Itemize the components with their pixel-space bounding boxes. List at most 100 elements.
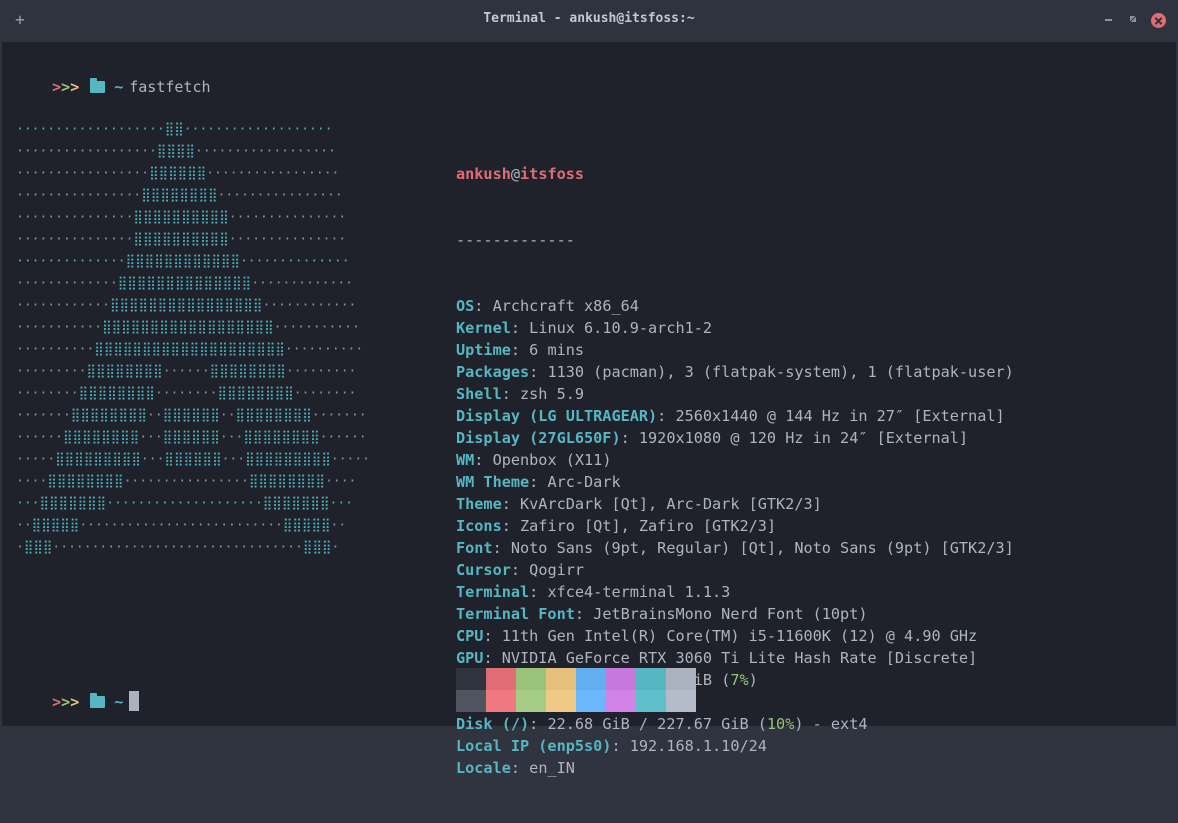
info-key: Terminal Font [456, 605, 575, 623]
info-value: zsh 5.9 [520, 385, 585, 403]
prompt-chevron-icon: > [70, 693, 80, 711]
info-key: Local IP (enp5s0) [456, 737, 612, 755]
palette-swatch [606, 668, 636, 690]
info-value: 192.168.1.10/24 [629, 737, 767, 755]
palette-swatch [546, 690, 576, 712]
info-row: Disk (/): 22.68 GiB / 227.67 GiB (10%) -… [456, 715, 868, 733]
info-value: ) [748, 671, 758, 689]
ascii-art-row: ··········⣿⣿⣿⣿⣿⣿⣿⣿⣿⣿⣿⣿⣿⣿⣿⣿⣿⣿⣿⣿·········· [16, 342, 364, 357]
ascii-art-row: ····⣿⣿⣿⣿⣿⣿⣿⣿················⣿⣿⣿⣿⣿⣿⣿⣿···· [16, 474, 357, 489]
info-row: Terminal: xfce4-terminal 1.1.3 [456, 583, 731, 601]
info-key: Theme [456, 495, 502, 513]
info-value: Arc-Dark [547, 473, 621, 491]
palette-swatch [516, 668, 546, 690]
info-value: Qogirr [529, 561, 585, 579]
info-key: Icons [456, 517, 502, 535]
info-row: GPU: NVIDIA GeForce RTX 3060 Ti Lite Has… [456, 649, 978, 667]
text-cursor[interactable] [129, 691, 140, 711]
command-text: fastfetch [129, 78, 211, 96]
info-key: Shell [456, 385, 502, 403]
info-row: WM Theme: Arc-Dark [456, 473, 621, 491]
info-row: Terminal Font: JetBrainsMono Nerd Font (… [456, 605, 868, 623]
prompt-chevron-icon: > [52, 693, 62, 711]
ascii-art-row: ··⣿⣿⣿⣿⣿··························⣿⣿⣿⣿⣿·· [16, 518, 347, 533]
info-value: Archcraft x86_64 [492, 297, 639, 315]
info-key: Terminal [456, 583, 530, 601]
arch-logo-ascii-art: ···················⣿⣿···················… [16, 119, 416, 559]
info-value: NVIDIA GeForce RTX 3060 Ti Lite Hash Rat… [501, 649, 978, 667]
info-value: 1130 (pacman), 3 (flatpak-system), 1 (fl… [547, 363, 1014, 381]
info-value: xfce4-terminal 1.1.3 [547, 583, 731, 601]
palette-swatch [486, 690, 516, 712]
info-value: en_IN [529, 759, 575, 777]
palette-swatch [456, 690, 486, 712]
prompt-chevron-icon: > [52, 78, 62, 96]
info-row: Cursor: Qogirr [456, 561, 585, 579]
terminal-area[interactable]: > > > ~ fastfetch ···················⣿⣿·····… [2, 42, 1176, 777]
fastfetch-info: ankush@itsfoss ------------- OS: Archcra… [456, 119, 1014, 823]
folder-icon [90, 693, 106, 708]
prompt-dir: ~ [114, 693, 124, 711]
ascii-art-row: ···············⣿⣿⣿⣿⣿⣿⣿⣿⣿⣿··············· [16, 210, 347, 225]
info-row: Kernel: Linux 6.10.9-arch1-2 [456, 319, 713, 337]
info-value: 2560x1440 @ 144 Hz in 27″ [External] [675, 407, 1005, 425]
palette-swatch [516, 690, 546, 712]
ascii-art-row: ·⣿⣿⣿································⣿⣿⣿· [16, 540, 340, 555]
ascii-art-row: ···⣿⣿⣿⣿⣿⣿⣿····················⣿⣿⣿⣿⣿⣿⣿··· [16, 496, 353, 511]
hostname: itsfoss [520, 165, 585, 183]
info-value: JetBrainsMono Nerd Font (10pt) [593, 605, 868, 623]
info-key: Packages [456, 363, 530, 381]
info-key: Font [456, 539, 493, 557]
ascii-art-row: ···············⣿⣿⣿⣿⣿⣿⣿⣿⣿⣿··············· [16, 232, 347, 247]
info-row: Uptime: 6 mins [456, 341, 585, 359]
window-title: Terminal - ankush@itsfoss:~ [483, 11, 695, 26]
minimize-icon[interactable] [1101, 12, 1117, 28]
info-row: Local IP (enp5s0): 192.168.1.10/24 [456, 737, 767, 755]
info-key: WM Theme [456, 473, 530, 491]
ascii-art-row: ··············⣿⣿⣿⣿⣿⣿⣿⣿⣿⣿⣿⣿·············· [16, 254, 350, 269]
info-value: Noto Sans (9pt, Regular) [Qt], Noto Sans… [510, 539, 1014, 557]
ascii-art-row: ·············⣿⣿⣿⣿⣿⣿⣿⣿⣿⣿⣿⣿⣿⣿············· [16, 276, 353, 291]
info-row: CPU: 11th Gen Intel(R) Core(TM) i5-11600… [456, 627, 978, 645]
info-row: Shell: zsh 5.9 [456, 385, 585, 403]
info-key: Disk (/) [456, 715, 530, 733]
username: ankush [456, 165, 511, 183]
prompt-chevron-icon: > [70, 78, 80, 96]
info-row: Packages: 1130 (pacman), 3 (flatpak-syst… [456, 363, 1014, 381]
prompt-dir: ~ [114, 78, 124, 96]
info-row: OS: Archcraft x86_64 [456, 297, 639, 315]
info-key: GPU [456, 649, 484, 667]
palette-swatch [666, 690, 696, 712]
usage-percent: 7% [730, 671, 749, 689]
info-value: Openbox (X11) [492, 451, 612, 469]
palette-swatch [576, 690, 606, 712]
info-key: WM [456, 451, 475, 469]
palette-swatch [576, 668, 606, 690]
info-key: OS [456, 297, 475, 315]
ascii-art-row: ················⣿⣿⣿⣿⣿⣿⣿⣿················ [16, 188, 343, 203]
user-host: ankush@itsfoss [456, 163, 1014, 185]
maximize-icon[interactable] [1126, 12, 1142, 28]
info-key: Uptime [456, 341, 511, 359]
info-row: Theme: KvArcDark [Qt], Arc-Dark [GTK2/3] [456, 495, 822, 513]
palette-swatch [546, 668, 576, 690]
close-icon[interactable] [1151, 13, 1166, 28]
info-value: 11th Gen Intel(R) Core(TM) i5-11600K (12… [501, 627, 978, 645]
palette-swatch [636, 690, 666, 712]
color-palette [456, 668, 696, 712]
info-key: Display (LG ULTRAGEAR) [456, 407, 658, 425]
info-value: ) - ext4 [794, 715, 868, 733]
ascii-art-row: ············⣿⣿⣿⣿⣿⣿⣿⣿⣿⣿⣿⣿⣿⣿⣿⣿············ [16, 298, 357, 313]
info-row: Font: Noto Sans (9pt, Regular) [Qt], Not… [456, 539, 1014, 557]
info-key: Kernel [456, 319, 511, 337]
info-key: CPU [456, 627, 484, 645]
info-value: Linux 6.10.9-arch1-2 [529, 319, 713, 337]
palette-swatch [636, 668, 666, 690]
prompt-line-active[interactable]: >>> ~ [16, 669, 140, 711]
ascii-art-row: ······⣿⣿⣿⣿⣿⣿⣿⣿···⣿⣿⣿⣿⣿⣿···⣿⣿⣿⣿⣿⣿⣿⣿······ [16, 430, 367, 445]
ascii-art-row: ··················⣿⣿⣿⣿·················· [16, 144, 336, 159]
info-value: Zafiro [Qt], Zafiro [GTK2/3] [520, 517, 777, 535]
palette-swatch [606, 690, 636, 712]
ascii-art-row: ···················⣿⣿··················· [16, 122, 333, 137]
info-value: 6 mins [529, 341, 585, 359]
